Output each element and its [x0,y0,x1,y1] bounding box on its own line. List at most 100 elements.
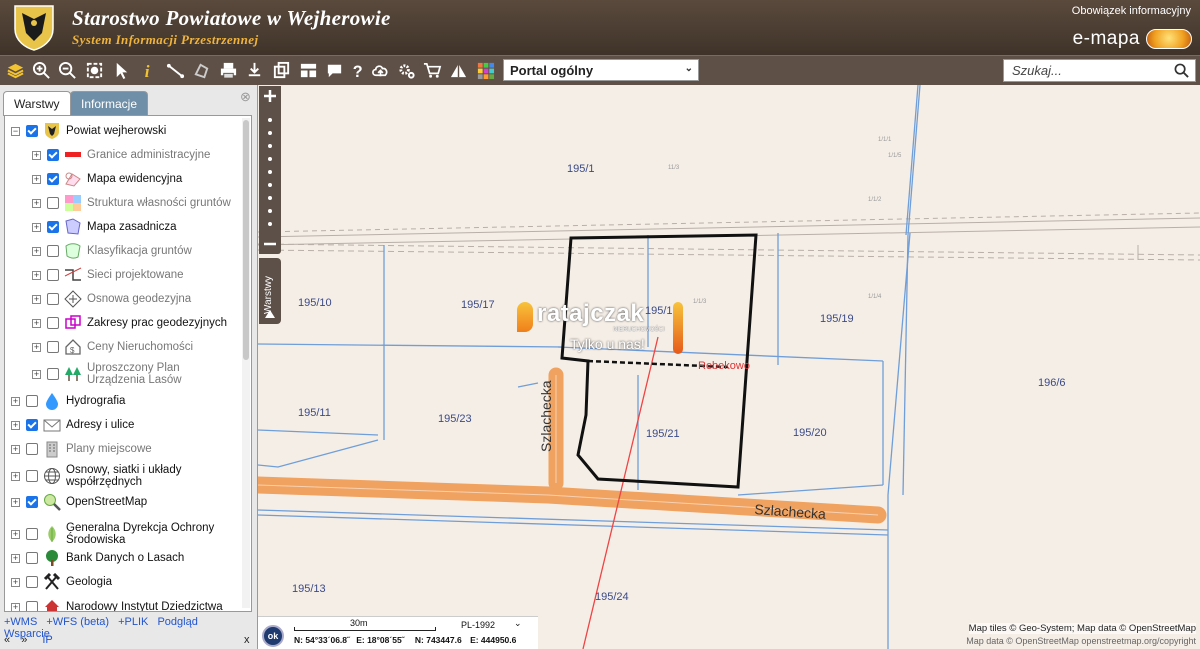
expand-toggle-icon[interactable]: + [11,529,20,539]
measure-line-icon[interactable] [164,59,186,81]
info-link[interactable]: Obowiązek informacyjny [1072,5,1191,17]
add-wfs-link[interactable]: +WFS (beta) [46,616,109,628]
layer-row[interactable]: + Mapa zasadnicza [32,218,251,236]
ip-link[interactable]: IP [42,634,52,646]
layer-row[interactable]: + Sieci projektowane [32,266,251,284]
layer-row[interactable]: + Geologia [11,573,247,591]
pointer-icon[interactable] [110,59,132,81]
layer-row[interactable]: + $ Ceny Nieruchomości [32,338,251,356]
chevron-down-icon[interactable]: ⌄ [514,618,522,629]
expand-toggle-icon[interactable]: + [11,577,20,587]
attribution-secondary[interactable]: Map data © OpenStreetMap openstreetmap.o… [966,636,1196,646]
terrain-icon[interactable] [447,59,469,81]
layer-checkbox[interactable] [47,317,59,329]
search-icon[interactable] [1174,63,1189,78]
layer-row[interactable]: + Plany miejscowe [11,440,247,458]
layer-row[interactable]: + Klasyfikacja gruntów [32,242,251,260]
layer-row[interactable]: + Granice administracyjne [32,146,251,164]
expand-toggle-icon[interactable]: + [32,270,41,280]
layers-icon[interactable] [4,59,26,81]
layer-checkbox[interactable] [47,149,59,161]
cart-icon[interactable] [421,59,443,81]
crs-select[interactable]: PL-1992 [461,620,495,630]
layer-checkbox[interactable] [26,552,38,564]
layer-row[interactable]: + Osnowy, siatki i układy współrzędnych [11,464,247,488]
collapse-panel-icon[interactable]: ⊗ [240,89,251,105]
expand-toggle-icon[interactable]: + [32,150,41,160]
layer-checkbox[interactable] [26,528,38,540]
expand-toggle-icon[interactable]: + [32,369,41,379]
expand-toggle-icon[interactable]: + [11,497,20,507]
layer-checkbox[interactable] [26,125,38,137]
print-icon[interactable] [217,59,239,81]
layer-row[interactable]: + OpenStreetMap [11,493,247,511]
layer-row[interactable]: + Adresy i ulice [11,416,247,434]
tab-informacje[interactable]: Informacje [70,91,149,115]
expand-toggle-icon[interactable]: + [11,396,20,406]
measure-area-icon[interactable] [190,59,212,81]
layer-row[interactable]: + Struktura własności gruntów [32,194,251,212]
expand-toggle-icon[interactable]: + [11,444,20,454]
layer-row[interactable]: − Powiat wejherowski [11,122,247,140]
add-file-link[interactable]: +PLIK [118,616,148,628]
expand-toggle-icon[interactable]: + [32,198,41,208]
expand-toggle-icon[interactable]: + [32,342,41,352]
layer-row[interactable]: + Zakresy prac geodezyjnych [32,314,251,332]
layers-side-tab[interactable]: Warstwy [259,258,281,324]
portal-select[interactable]: Portal ogólny ⌄ [503,59,699,81]
nav-prev-button[interactable]: « [4,634,10,646]
layout-icon[interactable] [297,59,319,81]
zoom-out-icon[interactable] [56,59,78,81]
layer-row[interactable]: + Mapa ewidencyjna [32,170,251,188]
expand-toggle-icon[interactable]: + [11,553,20,563]
copy-icon[interactable] [270,59,292,81]
layer-checkbox[interactable] [47,341,59,353]
layer-checkbox[interactable] [26,470,38,482]
zoom-slider[interactable] [259,86,281,254]
settings-gears-icon[interactable] [395,59,417,81]
zoom-extent-icon[interactable] [83,59,105,81]
collapse-toggle-icon[interactable]: − [11,126,20,136]
expand-toggle-icon[interactable]: + [32,222,41,232]
layer-checkbox[interactable] [47,221,59,233]
zoom-in-icon[interactable] [30,59,52,81]
layer-checkbox[interactable] [26,443,38,455]
layer-checkbox[interactable] [26,576,38,588]
close-bottom-button[interactable]: x [244,634,250,646]
layer-row[interactable]: + Uproszczony Plan Urządzenia Lasów [32,362,251,386]
expand-toggle-icon[interactable]: + [32,318,41,328]
expand-toggle-icon[interactable]: + [32,246,41,256]
expand-toggle-icon[interactable]: + [11,420,20,430]
layer-row[interactable]: + Generalna Dyrekcja Ochrony Środowiska [11,522,247,546]
expand-toggle-icon[interactable]: + [32,174,41,184]
layer-row[interactable]: + Narodowy Instytut Dziedzictwa [11,598,247,611]
comment-icon[interactable] [323,59,345,81]
layer-checkbox[interactable] [26,419,38,431]
expand-toggle-icon[interactable]: + [11,471,20,481]
search-input[interactable]: Szukaj... [1003,59,1196,82]
ok-button[interactable]: ok [262,625,284,647]
preview-link[interactable]: Podgląd [157,616,197,628]
layer-row[interactable]: + Osnowa geodezyjna [32,290,251,308]
download-icon[interactable] [243,59,265,81]
expand-toggle-icon[interactable]: + [11,602,20,611]
scrollbar-thumb[interactable] [243,120,249,360]
tab-warstwy[interactable]: Warstwy [3,91,71,116]
color-grid-icon[interactable] [474,59,496,81]
help-icon[interactable]: ? [346,59,368,81]
layer-checkbox[interactable] [47,293,59,305]
expand-toggle-icon[interactable]: + [32,294,41,304]
attribution-primary[interactable]: Map tiles © Geo-System; Map data © OpenS… [968,623,1196,634]
layer-checkbox[interactable] [47,245,59,257]
add-wms-link[interactable]: +WMS [4,616,37,628]
layer-checkbox[interactable] [26,395,38,407]
layer-checkbox[interactable] [26,601,38,611]
layer-row[interactable]: + Bank Danych o Lasach [11,549,247,567]
layer-checkbox[interactable] [47,173,59,185]
info-icon[interactable]: i [137,59,159,81]
layer-checkbox[interactable] [26,496,38,508]
layer-checkbox[interactable] [47,269,59,281]
layer-checkbox[interactable] [47,197,59,209]
layer-checkbox[interactable] [47,368,59,380]
cloud-upload-icon[interactable] [369,59,391,81]
